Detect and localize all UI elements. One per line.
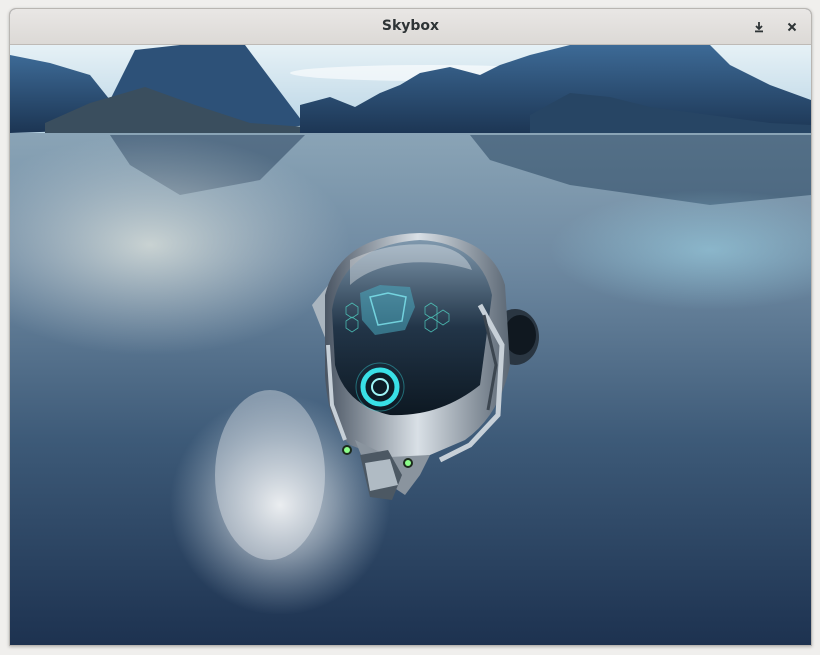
minimize-button[interactable] — [748, 16, 770, 38]
skybox-scene — [10, 45, 811, 645]
download-arrow-icon — [755, 22, 763, 33]
skybox-viewport[interactable] — [10, 45, 811, 645]
title-bar[interactable]: Skybox — [10, 9, 811, 45]
app-window: Skybox — [9, 8, 812, 646]
window-title: Skybox — [381, 18, 440, 34]
close-button[interactable] — [781, 16, 803, 38]
close-icon — [787, 22, 797, 32]
